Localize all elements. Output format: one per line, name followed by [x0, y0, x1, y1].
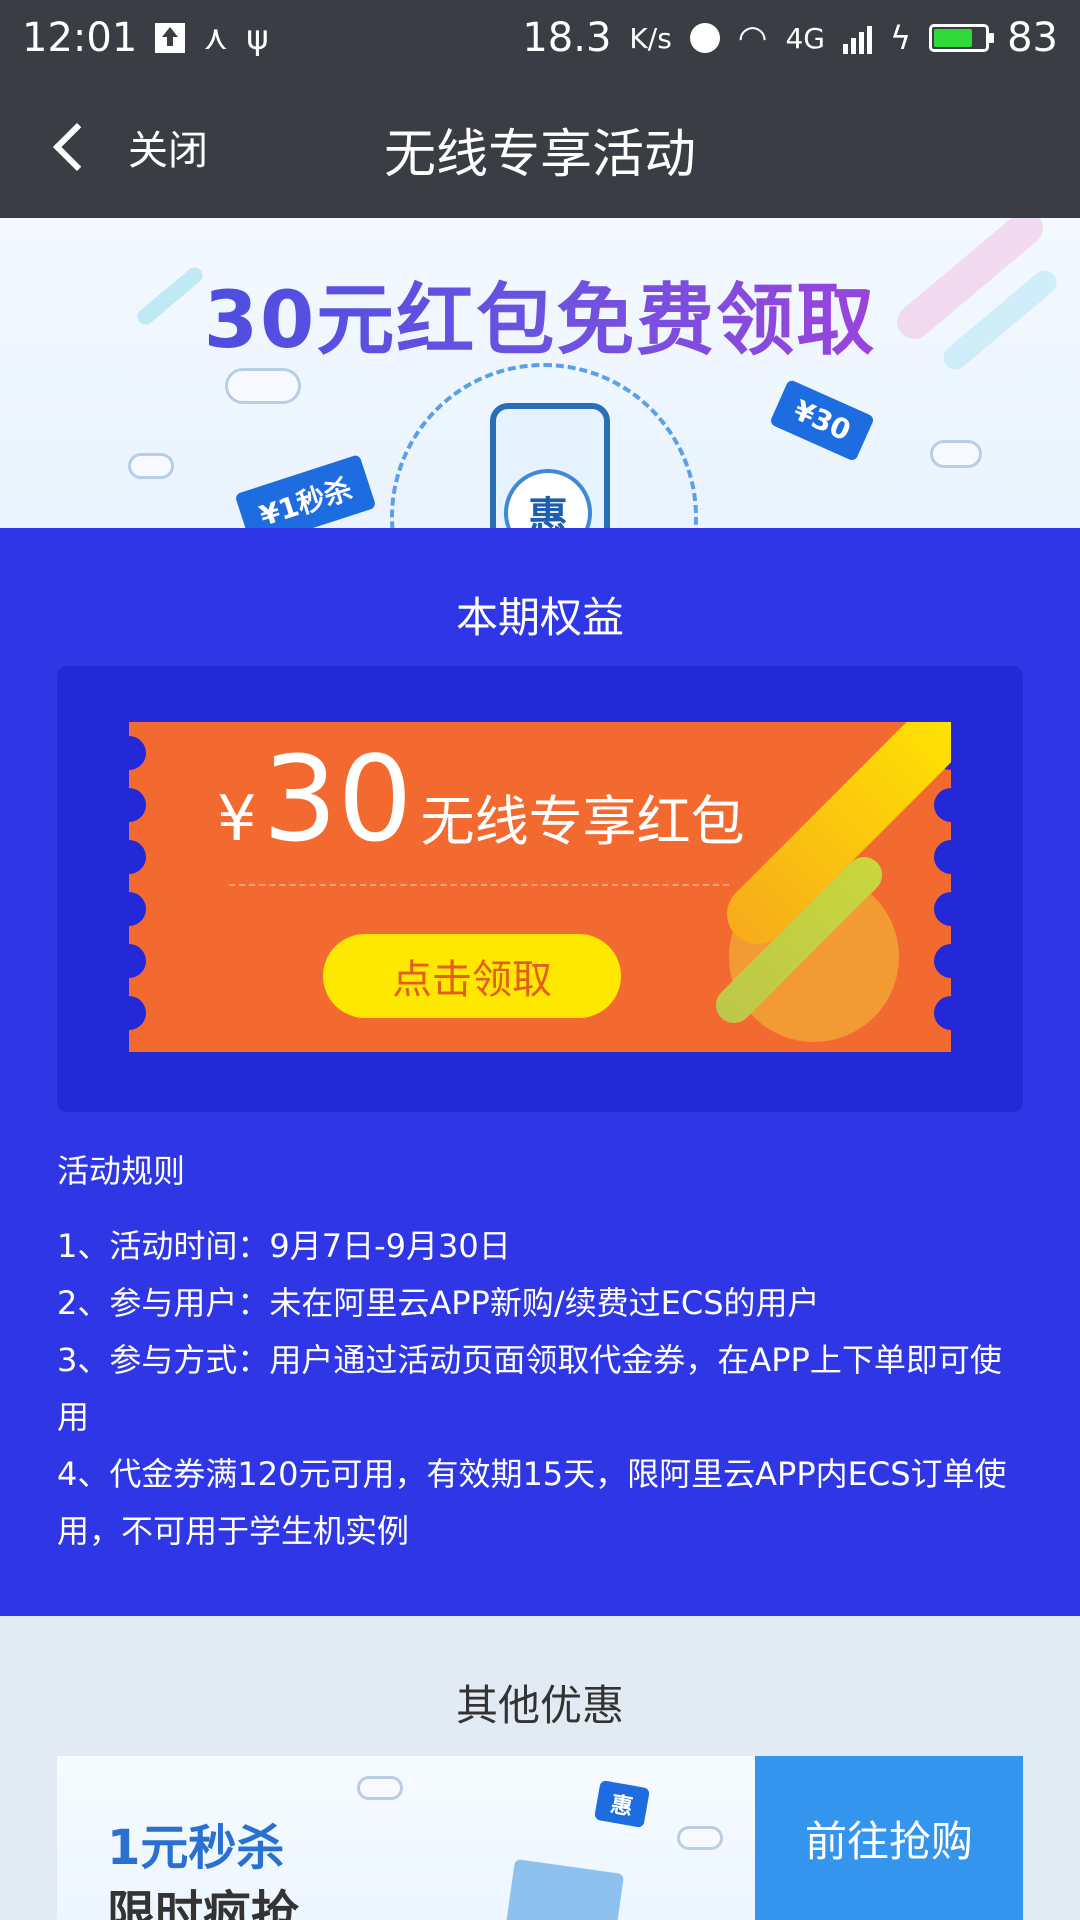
cloud-icon: [225, 368, 301, 404]
rules-list: 1、活动时间：9月7日-9月30日 2、参与用户：未在阿里云APP新购/续费过E…: [57, 1218, 1017, 1560]
nav-bar: 关闭 无线专享活动: [0, 76, 1080, 218]
rule-item: 4、代金券满120元可用，有效期15天，限阿里云APP内ECS订单使用，不可用于…: [57, 1455, 1007, 1550]
battery-icon: [929, 24, 995, 52]
other-offers-section: 其他优惠 惠 1元秒杀 限时疯抢 前往抢购: [0, 1616, 1080, 1920]
upload-icon: [155, 23, 186, 53]
coupon-scallop: [129, 892, 146, 926]
section-title-other: 其他优惠: [455, 1681, 624, 1730]
usb-icon: ψ: [246, 18, 269, 58]
cloud-icon: [128, 453, 174, 479]
phone-illustration: 惠: [490, 403, 610, 528]
claim-coupon-button[interactable]: 点击领取: [323, 934, 621, 1018]
share-icon: ⋏: [203, 18, 229, 58]
rules-title: 活动规则: [57, 1152, 186, 1190]
hero-banner: 30元红包免费领取 惠 ¥1秒杀 ¥30: [0, 218, 1080, 528]
status-bar: 12:01 ⋏ ψ 18.3 K/s ◠ 4G ϟ 83: [0, 0, 1080, 76]
coupon-amount: ¥ 30 无线专享红包: [217, 740, 745, 858]
discount-tag: 惠: [593, 1779, 651, 1829]
coupon-scallop: [934, 892, 951, 926]
charging-icon: ϟ: [889, 19, 912, 57]
coupon-scallop: [129, 840, 146, 874]
rule-item: 3、参与方式：用户通过活动页面领取代金券，在APP上下单即可使用: [57, 1341, 1002, 1436]
coupon-panel: ¥ 30 无线专享红包 点击领取: [57, 666, 1023, 1112]
cloud-icon: [357, 1776, 403, 1800]
discount-icon: 惠: [504, 469, 592, 528]
coupon-scallop: [129, 996, 146, 1030]
page-title: 无线专享活动: [383, 125, 696, 185]
network-speed-unit: K/s: [629, 21, 672, 55]
cloud-icon: [677, 1826, 723, 1850]
cloud-icon: [930, 440, 982, 468]
coupon-divider: [229, 884, 729, 886]
go-buy-button[interactable]: 前往抢购: [755, 1756, 1023, 1920]
offer-subtitle: 限时疯抢: [107, 1886, 300, 1920]
coupon-label: 无线专享红包: [420, 790, 745, 853]
coupon-scallop: [129, 736, 146, 770]
coupon-scallop: [934, 840, 951, 874]
network-type: 4G: [785, 21, 825, 55]
benefits-section: 本期权益 ¥ 30 无线专享红包 点击领取 活动规则 1、活动时间：9月7日-9…: [0, 528, 1080, 1616]
hero-title: 30元红包免费领取: [0, 258, 1080, 370]
wifi-icon: ◠: [737, 18, 768, 58]
flash-sale-tag: ¥1秒杀: [234, 454, 377, 528]
coupon-scallop: [129, 788, 146, 822]
coupon-scallop: [934, 944, 951, 978]
rule-item: 2、参与用户：未在阿里云APP新购/续费过ECS的用户: [57, 1284, 820, 1322]
network-speed: 18.3: [522, 15, 612, 61]
offer-card[interactable]: 惠 1元秒杀 限时疯抢 前往抢购: [57, 1756, 1023, 1920]
coupon-card: ¥ 30 无线专享红包 点击领取: [129, 722, 951, 1052]
offer-title: 1元秒杀: [107, 1820, 285, 1876]
offer-illustration: 惠 1元秒杀 限时疯抢: [57, 1756, 755, 1920]
coupon-scallop: [129, 944, 146, 978]
battery-fill: [934, 29, 973, 47]
box-illustration: [499, 1858, 625, 1920]
coupon-scallop: [934, 788, 951, 822]
rule-item: 1、活动时间：9月7日-9月30日: [57, 1227, 511, 1265]
battery-percent: 83: [1007, 15, 1058, 61]
coupon-scallop: [934, 996, 951, 1030]
currency-symbol: ¥: [217, 782, 257, 855]
status-time: 12:01: [22, 15, 138, 61]
coupon-tag: ¥30: [769, 378, 876, 463]
section-title-benefits: 本期权益: [455, 593, 624, 642]
alarm-icon: [689, 23, 720, 53]
signal-icon: [842, 22, 872, 54]
coupon-value: 30: [262, 730, 413, 868]
